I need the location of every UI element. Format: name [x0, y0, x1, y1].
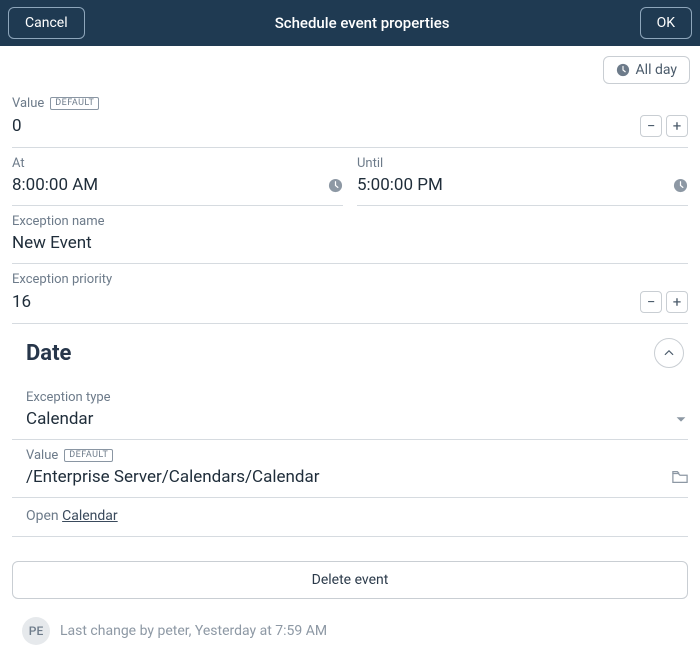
until-field: Until 5:00:00 PM: [357, 148, 688, 206]
cancel-button[interactable]: Cancel: [8, 7, 85, 39]
delete-event-button[interactable]: Delete event: [12, 561, 688, 599]
dialog-header: Cancel Schedule event properties OK: [0, 0, 700, 46]
value-stepper: − +: [640, 115, 688, 137]
exception-priority-input[interactable]: 16: [12, 292, 632, 312]
open-link-line: Open Calendar: [12, 498, 688, 537]
priority-decrement-button[interactable]: −: [640, 291, 662, 313]
avatar: PE: [22, 617, 50, 645]
all-day-button[interactable]: All day: [603, 56, 690, 84]
value-field: Value DEFAULT 0 − +: [12, 88, 688, 148]
last-change-text: Last change by peter, Yesterday at 7:59 …: [60, 623, 327, 639]
date-value-path[interactable]: /Enterprise Server/Calendars/Calendar: [26, 467, 672, 487]
default-badge: DEFAULT: [50, 97, 99, 111]
exception-priority-label: Exception priority: [12, 272, 112, 287]
clock-icon: [616, 63, 630, 77]
last-change-footer: PE Last change by peter, Yesterday at 7:…: [12, 609, 688, 653]
priority-increment-button[interactable]: +: [666, 291, 688, 313]
exception-name-label: Exception name: [12, 214, 105, 229]
value-label: Value: [12, 96, 44, 111]
value-input[interactable]: 0: [12, 116, 632, 136]
exception-name-field: Exception name New Event: [12, 206, 688, 264]
at-label: At: [12, 156, 25, 171]
date-value-label: Value: [26, 448, 58, 463]
priority-stepper: − +: [640, 291, 688, 313]
date-value-field: Value DEFAULT /Enterprise Server/Calenda…: [12, 440, 688, 498]
value-increment-button[interactable]: +: [666, 115, 688, 137]
value-decrement-button[interactable]: −: [640, 115, 662, 137]
exception-name-input[interactable]: New Event: [12, 233, 688, 253]
ok-button[interactable]: OK: [640, 7, 692, 39]
at-field: At 8:00:00 AM: [12, 148, 343, 206]
folder-icon[interactable]: [672, 470, 688, 484]
exception-type-field: Exception type Calendar: [12, 382, 688, 440]
date-section-header: Date: [12, 328, 688, 382]
clock-icon[interactable]: [328, 178, 343, 193]
exception-priority-field: Exception priority 16 − +: [12, 264, 688, 324]
toolbar: All day: [0, 46, 700, 88]
collapse-section-button[interactable]: [654, 338, 684, 368]
chevron-up-icon: [663, 347, 675, 359]
default-badge: DEFAULT: [64, 449, 113, 463]
until-label: Until: [357, 156, 383, 171]
open-prefix: Open: [26, 508, 62, 524]
exception-type-select[interactable]: Calendar: [26, 409, 674, 429]
open-calendar-link[interactable]: Calendar: [62, 508, 118, 524]
chevron-down-icon[interactable]: [674, 412, 688, 426]
dialog-title: Schedule event properties: [85, 14, 640, 32]
clock-icon[interactable]: [673, 178, 688, 193]
at-time-input[interactable]: 8:00:00 AM: [12, 175, 328, 195]
section-title: Date: [26, 341, 71, 366]
until-time-input[interactable]: 5:00:00 PM: [357, 175, 673, 195]
exception-type-label: Exception type: [26, 390, 111, 405]
all-day-label: All day: [636, 62, 677, 78]
